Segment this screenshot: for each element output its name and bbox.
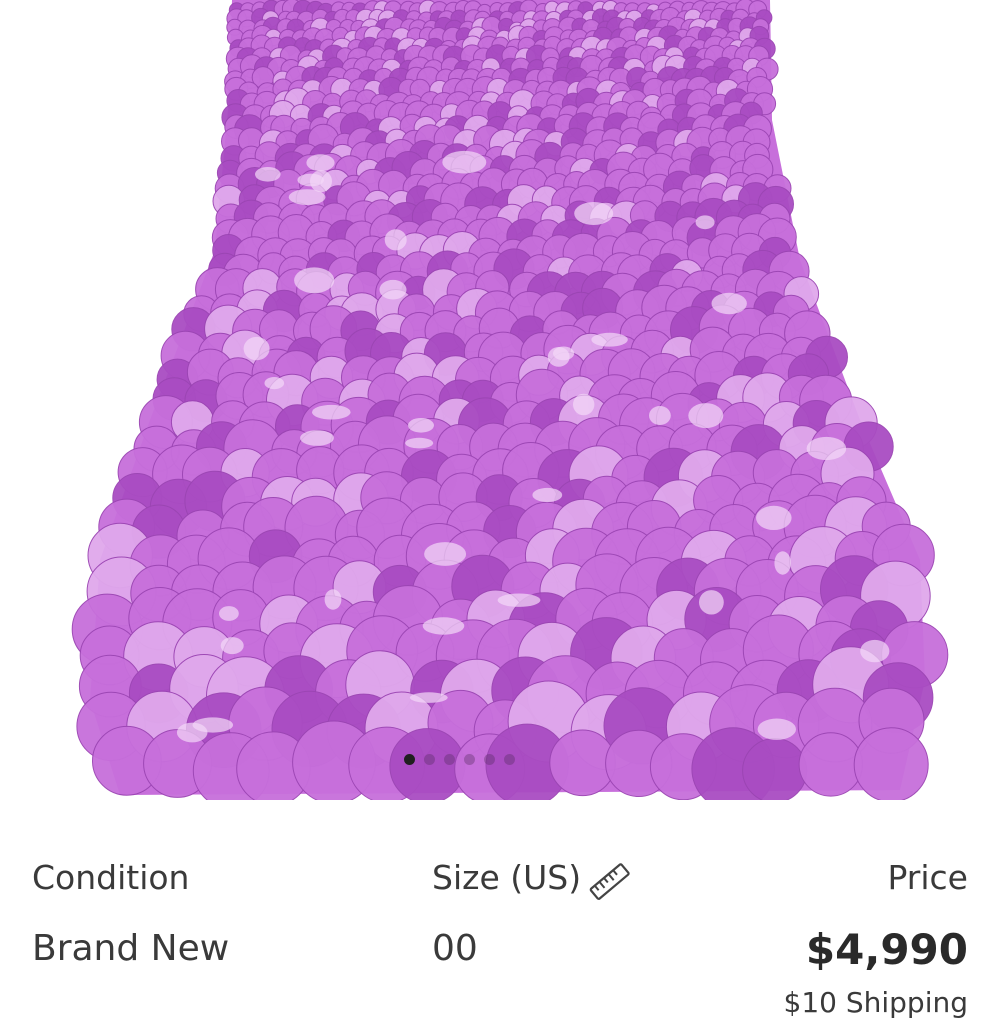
sequin-highlight <box>176 722 208 743</box>
sequin-highlight <box>408 418 434 433</box>
skirt-illustration <box>71 0 949 800</box>
sequin-highlight <box>553 346 575 361</box>
sequin-highlight <box>300 430 334 446</box>
sequin-highlight <box>756 505 792 530</box>
carousel-dot[interactable] <box>484 754 495 765</box>
sequin-highlight <box>591 332 628 347</box>
sequin-highlight <box>312 404 351 420</box>
size-value: 00 <box>432 928 478 969</box>
shipping-text: $10 Shipping <box>783 986 969 1019</box>
sequin-highlight <box>699 590 724 615</box>
sequin-highlight <box>806 436 847 461</box>
sequin-highlight <box>711 292 747 315</box>
sequin-highlight <box>379 279 407 300</box>
sequin-highlight <box>774 551 791 575</box>
sequin-highlight <box>384 229 407 251</box>
carousel-dot[interactable] <box>464 754 475 765</box>
carousel-dot[interactable] <box>504 754 515 765</box>
price-label: Price <box>887 858 968 897</box>
product-details: Condition Brand New Size (US) 00 Price $… <box>0 800 1000 1019</box>
size-label: Size (US) <box>432 858 582 897</box>
product-image[interactable] <box>0 0 1000 800</box>
sequin-highlight <box>497 593 541 607</box>
price-value: $4,990 <box>805 925 968 974</box>
sequin-highlight <box>297 173 325 187</box>
sequin-highlight <box>264 377 285 390</box>
sequin-highlight <box>306 154 335 172</box>
carousel-dot[interactable] <box>424 754 435 765</box>
carousel-dot[interactable] <box>444 754 455 765</box>
sequin-highlight <box>695 215 715 230</box>
sequin-highlight <box>860 639 890 663</box>
sequin-highlight <box>573 393 595 416</box>
sequin-highlight <box>409 692 448 703</box>
sequin-highlight <box>422 617 465 635</box>
sequin-highlight <box>649 406 671 425</box>
sequin-highlight <box>219 606 239 621</box>
sequin-highlight <box>532 487 563 503</box>
sequin-highlight <box>294 267 335 294</box>
sequin-highlight <box>243 336 270 361</box>
sequin-highlight <box>688 403 724 429</box>
sequin-highlight <box>324 589 342 610</box>
sequin-highlight <box>254 167 281 182</box>
sequin-highlight <box>405 437 434 449</box>
sequin-highlight <box>574 202 614 225</box>
sequin-highlight <box>757 718 796 740</box>
condition-value: Brand New <box>32 928 230 969</box>
image-carousel-indicator <box>0 750 1000 770</box>
condition-label: Condition <box>32 858 190 897</box>
ruler-icon[interactable] <box>588 862 632 902</box>
sequin-highlight <box>424 542 467 566</box>
carousel-dot[interactable] <box>404 754 415 765</box>
sequin-highlight <box>220 637 244 655</box>
sequin-highlight <box>442 150 487 174</box>
